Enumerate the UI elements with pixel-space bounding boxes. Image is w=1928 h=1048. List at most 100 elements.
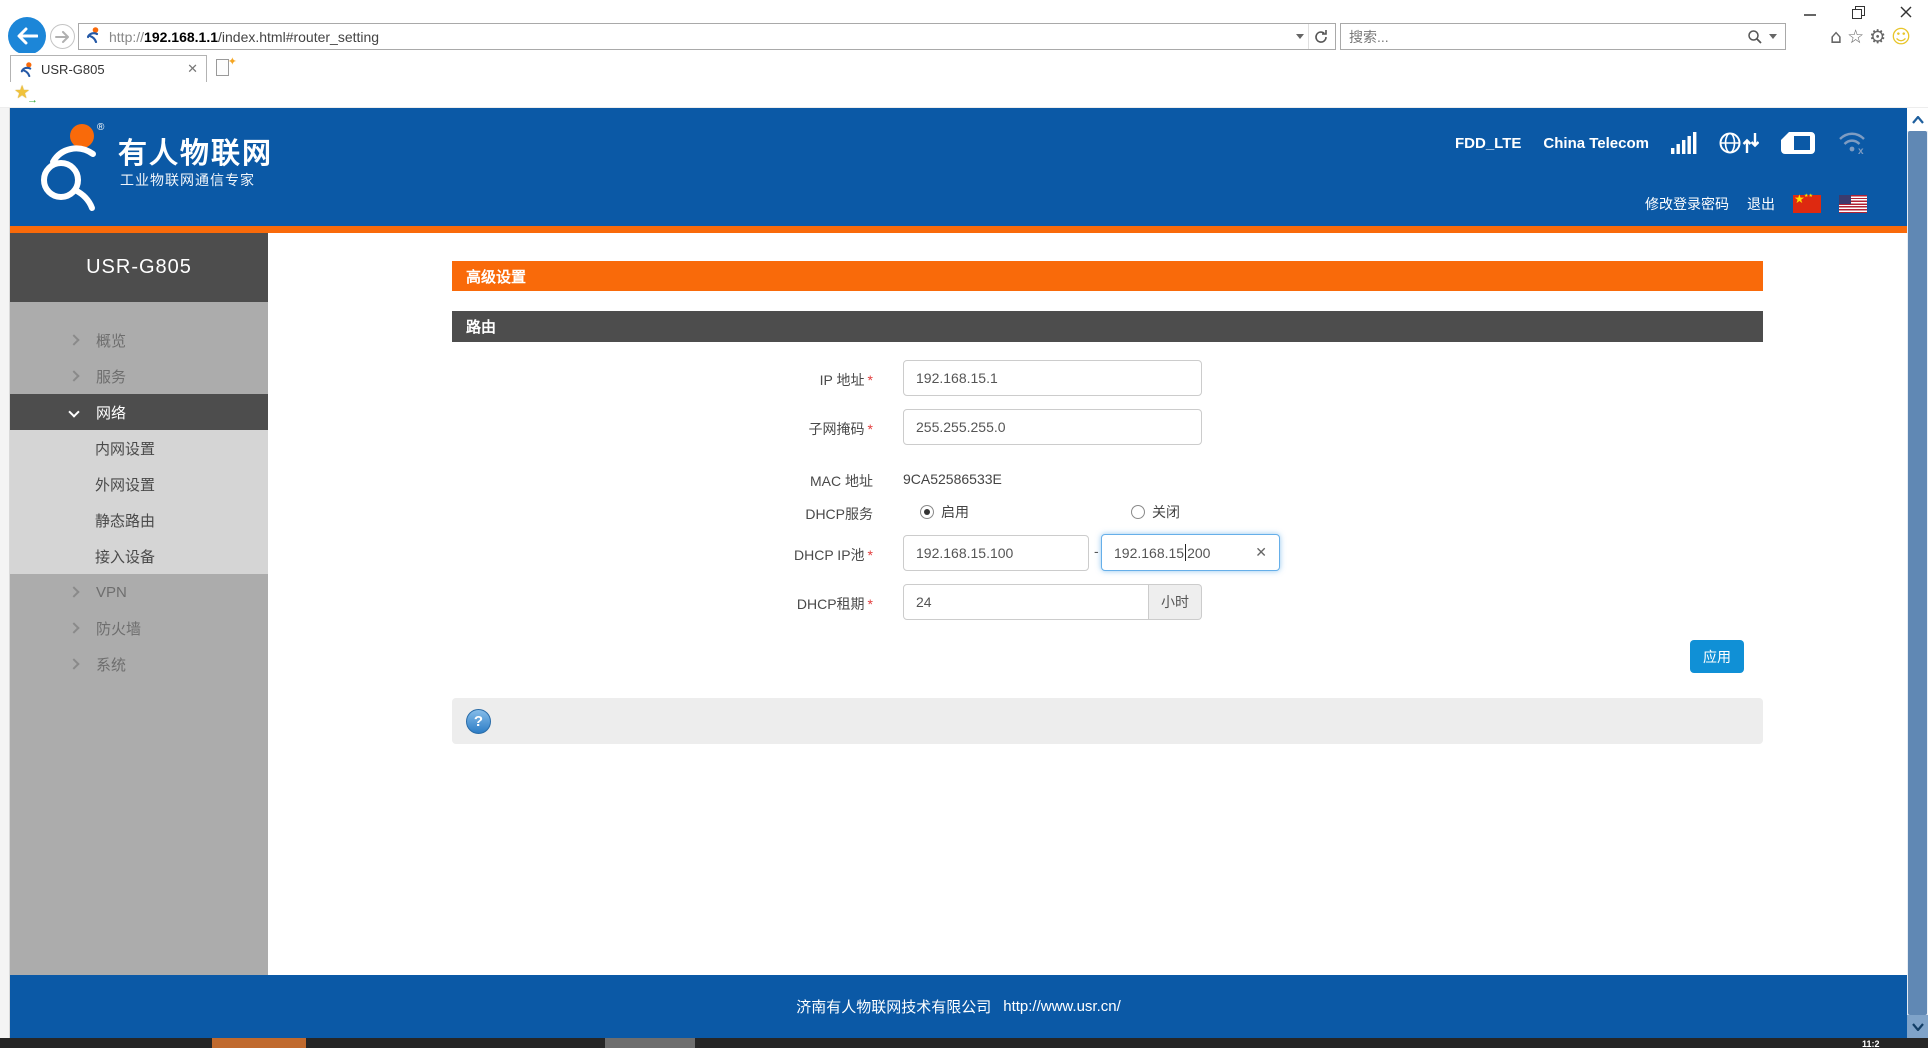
home-icon[interactable]: ⌂ bbox=[1830, 28, 1842, 47]
window-minimize-button[interactable] bbox=[1790, 0, 1830, 24]
minimize-icon bbox=[1804, 6, 1816, 18]
restore-icon bbox=[1852, 6, 1865, 19]
china-flag-icon[interactable]: ★★★ bbox=[1793, 195, 1821, 213]
svg-text:®: ® bbox=[97, 122, 105, 133]
browser-tab[interactable]: USR-G805 ✕ bbox=[10, 55, 207, 82]
tab-bar: USR-G805 ✕ ✦ bbox=[0, 53, 1928, 82]
search-icon[interactable] bbox=[1747, 29, 1763, 45]
brand-title: 有人物联网 bbox=[118, 130, 273, 172]
favorites-star-icon[interactable]: ☆ bbox=[1847, 28, 1864, 47]
site-header: ® 有人物联网 工业物联网通信专家 FDD_LTE China Telecom bbox=[10, 108, 1907, 226]
network-type: FDD_LTE bbox=[1455, 135, 1521, 152]
chevron-right-icon bbox=[68, 586, 79, 597]
taskbar-app-active[interactable] bbox=[212, 1038, 306, 1048]
tab-close-icon[interactable]: ✕ bbox=[187, 62, 198, 77]
help-question-icon[interactable]: ? bbox=[466, 709, 491, 734]
chevron-down-icon bbox=[68, 406, 79, 417]
sidebar: USR-G805 概览 服务 网络 内网设置 外网设置 静态路由 接入设备 VP… bbox=[10, 233, 268, 975]
screen: http://192.168.1.1/index.html#router_set… bbox=[0, 0, 1928, 1048]
dhcp-pool-end-input[interactable]: 192.168.15200 ✕ bbox=[1101, 534, 1280, 571]
url-dropdown-icon[interactable] bbox=[1296, 34, 1304, 39]
mac-address-value: 9CA52586533E bbox=[903, 471, 1002, 487]
dhcp-pool-start-input[interactable] bbox=[903, 535, 1089, 571]
site-favicon-icon bbox=[85, 27, 101, 46]
new-tab-star-icon: ✦ bbox=[228, 55, 237, 68]
logout-link[interactable]: 退出 bbox=[1747, 194, 1775, 214]
scroll-up-button[interactable] bbox=[1907, 108, 1928, 131]
search-dropdown-icon[interactable] bbox=[1769, 34, 1777, 39]
range-separator: - bbox=[1094, 543, 1099, 559]
page-footer: 济南有人物联网技术有限公司 http://www.usr.cn/ bbox=[10, 975, 1907, 1038]
sidebar-item-vpn[interactable]: VPN bbox=[10, 574, 268, 610]
subnet-mask-label: 子网掩码* bbox=[643, 419, 873, 439]
chevron-up-icon bbox=[1912, 116, 1924, 124]
sidebar-subitem-wan[interactable]: 外网设置 bbox=[10, 466, 268, 502]
new-tab-button[interactable]: ✦ bbox=[212, 59, 236, 80]
dhcp-enable-radio[interactable]: 启用 bbox=[920, 502, 969, 522]
settings-gear-icon[interactable]: ⚙ bbox=[1869, 28, 1886, 47]
sidebar-item-service[interactable]: 服务 bbox=[10, 358, 268, 394]
scroll-down-button[interactable] bbox=[1907, 1015, 1928, 1038]
url-text: http://192.168.1.1/index.html#router_set… bbox=[109, 29, 1296, 45]
radio-selected-icon[interactable] bbox=[920, 505, 934, 519]
window-close-button[interactable] bbox=[1886, 0, 1926, 24]
sidebar-item-system[interactable]: 系统 bbox=[10, 646, 268, 682]
dhcp-disable-radio[interactable]: 关闭 bbox=[1131, 502, 1180, 522]
lease-unit-addon: 小时 bbox=[1149, 584, 1202, 620]
close-icon bbox=[1900, 6, 1912, 18]
sidebar-subitem-lan[interactable]: 内网设置 bbox=[10, 430, 268, 466]
radio-unselected-icon[interactable] bbox=[1131, 505, 1145, 519]
sidebar-item-overview[interactable]: 概览 bbox=[10, 322, 268, 358]
add-favorite-icon[interactable]: ★→ bbox=[14, 84, 36, 104]
brand-subtitle: 工业物联网通信专家 bbox=[120, 170, 255, 190]
tab-title: USR-G805 bbox=[41, 62, 187, 77]
status-row: FDD_LTE China Telecom bbox=[1455, 128, 1867, 158]
help-bar: ? bbox=[452, 698, 1763, 744]
apply-button[interactable]: 应用 bbox=[1690, 640, 1744, 673]
search-input[interactable] bbox=[1349, 29, 1747, 45]
ip-address-input[interactable] bbox=[903, 360, 1202, 396]
tab-favicon-icon bbox=[19, 62, 34, 77]
taskbar: 11:2 bbox=[0, 1038, 1928, 1048]
sidebar-item-network[interactable]: 网络 bbox=[10, 394, 268, 430]
operator-name: China Telecom bbox=[1543, 135, 1649, 152]
company-website-link[interactable]: http://www.usr.cn/ bbox=[1003, 998, 1121, 1015]
ip-address-label: IP 地址* bbox=[643, 370, 873, 390]
page-scrollbar[interactable] bbox=[1907, 108, 1928, 1038]
dhcp-service-label: DHCP服务 bbox=[643, 504, 873, 524]
page-viewport: ® 有人物联网 工业物联网通信专家 FDD_LTE China Telecom bbox=[10, 108, 1907, 1038]
dhcp-pool-label: DHCP IP池* bbox=[643, 545, 873, 565]
window-edge bbox=[0, 108, 10, 1038]
subnet-mask-input[interactable] bbox=[903, 409, 1202, 445]
window-restore-button[interactable] bbox=[1838, 0, 1878, 24]
browser-back-button[interactable] bbox=[8, 17, 46, 55]
taskbar-app[interactable] bbox=[605, 1038, 695, 1048]
wifi-disabled-icon: x bbox=[1837, 131, 1867, 155]
refresh-icon[interactable] bbox=[1313, 29, 1329, 45]
browser-forward-button[interactable] bbox=[50, 24, 75, 49]
sim-card-icon bbox=[1781, 132, 1815, 154]
main-content: 高级设置 路由 IP 地址* 子网掩码* MAC 地址 9CA52586533E… bbox=[268, 233, 1907, 975]
header-links: 修改登录密码 退出 ★★★ bbox=[1645, 194, 1867, 214]
chevron-right-icon bbox=[68, 334, 79, 345]
usr-logo: ® bbox=[35, 120, 107, 212]
device-name: USR-G805 bbox=[10, 233, 268, 302]
usa-flag-icon[interactable] bbox=[1839, 195, 1867, 213]
search-box[interactable] bbox=[1340, 23, 1786, 50]
forward-arrow-icon bbox=[55, 31, 70, 43]
dhcp-lease-label: DHCP租期* bbox=[643, 594, 873, 614]
dhcp-lease-input[interactable] bbox=[903, 584, 1149, 620]
change-password-link[interactable]: 修改登录密码 bbox=[1645, 194, 1729, 214]
sidebar-subitem-access-devices[interactable]: 接入设备 bbox=[10, 538, 268, 574]
text-caret bbox=[1185, 544, 1186, 561]
clear-input-icon[interactable]: ✕ bbox=[1255, 545, 1267, 561]
sidebar-item-firewall[interactable]: 防火墙 bbox=[10, 610, 268, 646]
signal-strength-icon bbox=[1671, 132, 1697, 154]
address-bar[interactable]: http://192.168.1.1/index.html#router_set… bbox=[78, 23, 1336, 50]
header-accent-line bbox=[10, 226, 1907, 233]
smiley-feedback-icon[interactable]: ☺ bbox=[1891, 28, 1911, 47]
sidebar-subitem-static-route[interactable]: 静态路由 bbox=[10, 502, 268, 538]
scrollbar-thumb[interactable] bbox=[1908, 131, 1927, 1015]
back-arrow-icon bbox=[16, 27, 38, 45]
network-submenu: 内网设置 外网设置 静态路由 接入设备 bbox=[10, 430, 268, 574]
